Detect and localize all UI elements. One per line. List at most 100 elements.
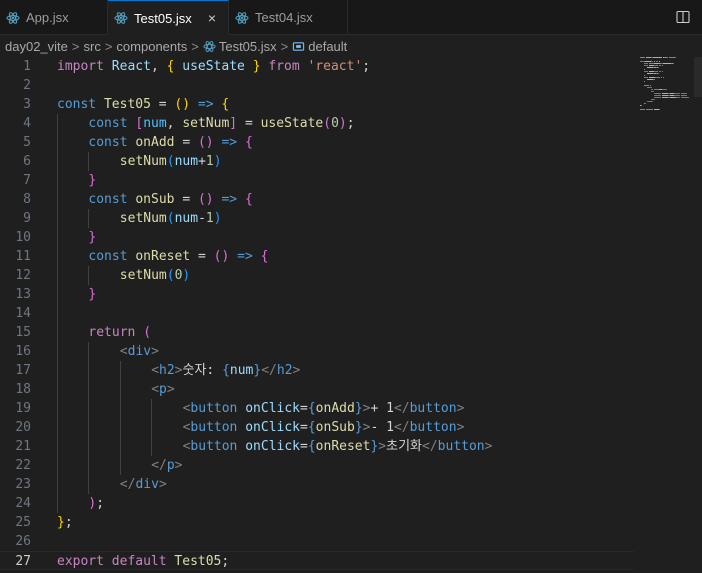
code-token: default xyxy=(111,554,167,569)
code-line[interactable]: 16 <div> xyxy=(0,342,702,361)
code-line[interactable]: 4 const [num, setNum] = useState(0); xyxy=(0,114,702,133)
code-token: { xyxy=(307,420,316,435)
breadcrumb-item-folder[interactable]: components xyxy=(116,39,187,54)
code-token: num xyxy=(174,154,199,169)
code-token: = xyxy=(237,116,261,131)
code-text: <div> xyxy=(120,342,159,361)
code-line[interactable]: 22 </p> xyxy=(0,456,702,475)
code-token: onAdd xyxy=(315,401,355,416)
code-line[interactable]: 7} xyxy=(0,171,702,190)
code-line[interactable]: 15 return ( xyxy=(0,323,702,342)
code-token: > xyxy=(151,344,159,359)
tab-test05-jsx[interactable]: Test05.jsx × xyxy=(108,0,229,35)
code-line[interactable]: 26 xyxy=(0,532,702,551)
line-number: 22 xyxy=(15,458,31,473)
code-line[interactable]: 18 <p> xyxy=(0,380,702,399)
code-line[interactable]: 6 setNum(num+1) xyxy=(0,152,702,171)
code-token: useState xyxy=(260,116,324,131)
code-editor[interactable]: 1 import React, { useState } from 'react'… xyxy=(0,57,702,573)
minimap-mark xyxy=(666,89,668,90)
react-file-icon xyxy=(114,12,128,24)
tab-test04-jsx[interactable]: Test04.jsx xyxy=(229,0,348,35)
code-token: onClick xyxy=(245,420,301,435)
code-line[interactable]: 10} xyxy=(0,228,702,247)
code-line[interactable]: 21 <button onClick={onReset}>초기화</button> xyxy=(0,437,702,456)
code-token: + xyxy=(198,154,206,169)
line-number: 10 xyxy=(15,230,31,245)
code-line[interactable]: 19 <button onClick={onAdd}>+ 1</button> xyxy=(0,399,702,418)
breadcrumb-item-folder[interactable]: src xyxy=(83,39,100,54)
code-token: setNum xyxy=(119,154,167,169)
breadcrumb-item-folder[interactable]: day02_vite xyxy=(5,39,68,54)
code-token: onSub xyxy=(315,420,355,435)
code-text: const [num, setNum] = useState(0); xyxy=(88,114,354,133)
minimap-mark xyxy=(675,57,677,58)
code-text: </div> xyxy=(120,475,167,494)
code-token: () xyxy=(197,192,214,207)
code-token: } xyxy=(88,173,97,188)
code-token: [ xyxy=(135,116,144,131)
breadcrumb-separator: > xyxy=(191,38,199,54)
code-token: onReset xyxy=(315,439,371,454)
code-text: setNum(num-1) xyxy=(120,209,222,228)
minimap-mark xyxy=(658,71,661,72)
code-token: p xyxy=(166,458,175,473)
code-line[interactable]: 13} xyxy=(0,285,702,304)
code-token: </ xyxy=(119,477,136,492)
code-line[interactable]: 14 xyxy=(0,304,702,323)
code-token: 초기화 xyxy=(386,439,423,454)
minimap-mark xyxy=(643,77,649,78)
code-line[interactable]: 8 const onSub = () => { xyxy=(0,190,702,209)
minimap[interactable] xyxy=(640,57,700,117)
code-line[interactable]: 23 </div> xyxy=(0,475,702,494)
breadcrumb-item-symbol[interactable]: default xyxy=(308,39,347,54)
line-number: 21 xyxy=(15,439,31,454)
line-number: 3 xyxy=(23,97,31,112)
code-token: 숫자: xyxy=(182,363,223,378)
split-editor-icon[interactable] xyxy=(676,10,690,24)
line-number: 2 xyxy=(23,78,31,93)
code-line[interactable]: 20 <button onClick={onSub}>- 1</button> xyxy=(0,418,702,437)
tab-bar: App.jsx Test05.jsx × Test04.jsx xyxy=(0,0,702,35)
code-text: <button onClick={onReset}>초기화</button> xyxy=(183,437,493,456)
close-icon[interactable]: × xyxy=(204,10,220,26)
code-line[interactable]: 24); xyxy=(0,494,702,513)
code-token: onClick xyxy=(245,439,301,454)
code-line[interactable]: 5 const onAdd = () => { xyxy=(0,133,702,152)
code-token: { xyxy=(222,363,230,378)
minimap-mark xyxy=(644,103,646,104)
code-token: } xyxy=(88,287,97,302)
code-line[interactable]: 2 xyxy=(0,76,702,95)
code-line[interactable]: 12 setNum(0) xyxy=(0,266,702,285)
minimap-mark xyxy=(658,65,661,66)
code-line[interactable]: 1 import React, { useState } from 'react'… xyxy=(0,57,702,76)
tab-label: Test04.jsx xyxy=(255,10,313,25)
code-token: } xyxy=(57,515,65,530)
code-token: button xyxy=(437,439,485,454)
code-line[interactable]: 9 setNum(num-1) xyxy=(0,209,702,228)
minimap-mark xyxy=(640,57,646,58)
line-number: 13 xyxy=(15,287,31,302)
code-token: ; xyxy=(64,515,73,530)
line-number: 11 xyxy=(15,249,31,264)
code-text: } xyxy=(88,285,96,304)
breadcrumb-item-file[interactable]: Test05.jsx xyxy=(219,39,277,54)
minimap-mark xyxy=(663,77,665,78)
minimap-mark xyxy=(656,65,658,66)
code-line[interactable]: 3 const Test05 = () => { xyxy=(0,95,702,114)
minimap-mark xyxy=(664,57,668,58)
minimap-mark xyxy=(656,61,658,62)
code-token: React xyxy=(111,59,151,74)
code-line[interactable]: 17 <h2>숫자: {num}</h2> xyxy=(0,361,702,380)
minimap-mark xyxy=(653,61,656,62)
tab-app-jsx[interactable]: App.jsx xyxy=(0,0,108,35)
code-token: } xyxy=(252,59,261,74)
breadcrumb: day02_vite > src > components > Test05.j… xyxy=(0,35,702,57)
minimap-mark xyxy=(653,99,655,100)
vertical-scrollbar[interactable] xyxy=(694,57,702,97)
code-line[interactable]: 27 export default Test05; xyxy=(0,551,634,570)
code-line[interactable]: 11 const onReset = () => { xyxy=(0,247,702,266)
code-line[interactable]: 25}; xyxy=(0,513,702,532)
